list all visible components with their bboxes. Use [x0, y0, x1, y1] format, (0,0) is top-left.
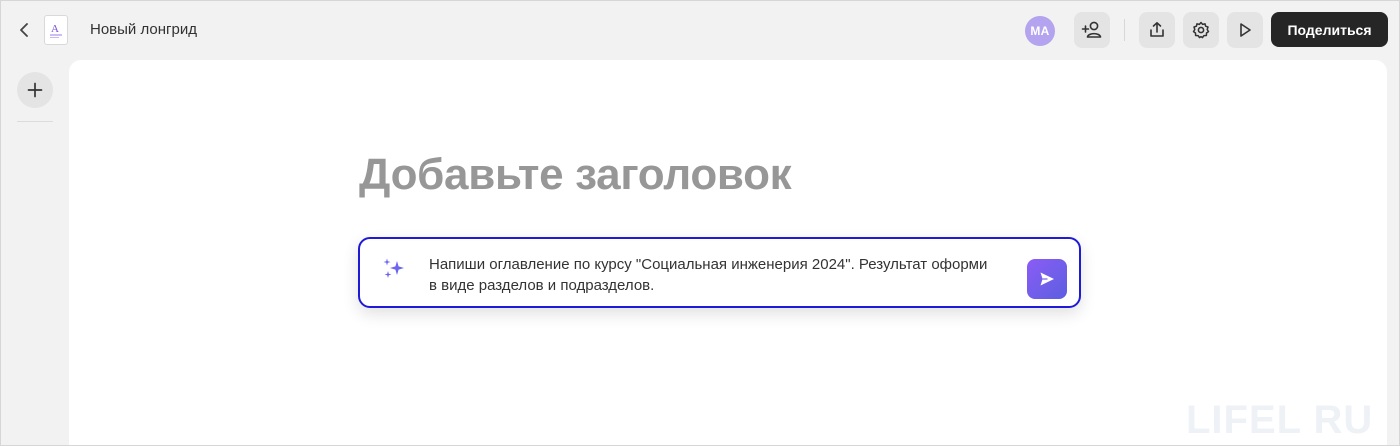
avatar[interactable]: MA: [1025, 16, 1055, 46]
add-user-icon: [1081, 21, 1102, 38]
document-title[interactable]: Новый лонгрид: [90, 21, 197, 39]
heading-placeholder[interactable]: Добавьте заголовок: [359, 149, 792, 201]
watermark: LIFEL RU: [1186, 398, 1374, 442]
toolbar-divider: [1124, 19, 1125, 41]
chevron-left-icon: [20, 23, 28, 37]
add-user-button[interactable]: [1074, 12, 1110, 48]
send-button[interactable]: [1027, 259, 1067, 299]
prompt-input[interactable]: Напиши оглавление по курсу "Социальная и…: [429, 254, 999, 296]
svg-text:A: A: [51, 23, 59, 35]
export-button[interactable]: [1139, 12, 1175, 48]
plus-icon: [27, 82, 43, 98]
play-icon: [1240, 23, 1251, 37]
sparkle-icon: [383, 258, 404, 278]
share-button[interactable]: Поделиться: [1271, 12, 1388, 47]
send-icon: [1040, 272, 1054, 286]
gear-icon: [1192, 21, 1210, 39]
ai-prompt-box[interactable]: Напиши оглавление по курсу "Социальная и…: [358, 237, 1081, 308]
add-block-button[interactable]: [17, 72, 53, 108]
sidebar-divider: [17, 121, 53, 122]
back-button[interactable]: [14, 19, 36, 41]
document-icon: A: [44, 15, 68, 45]
upload-icon: [1150, 22, 1164, 37]
top-bar: A Новый лонгрид MA Поделиться: [0, 0, 1400, 60]
settings-button[interactable]: [1183, 12, 1219, 48]
preview-button[interactable]: [1227, 12, 1263, 48]
